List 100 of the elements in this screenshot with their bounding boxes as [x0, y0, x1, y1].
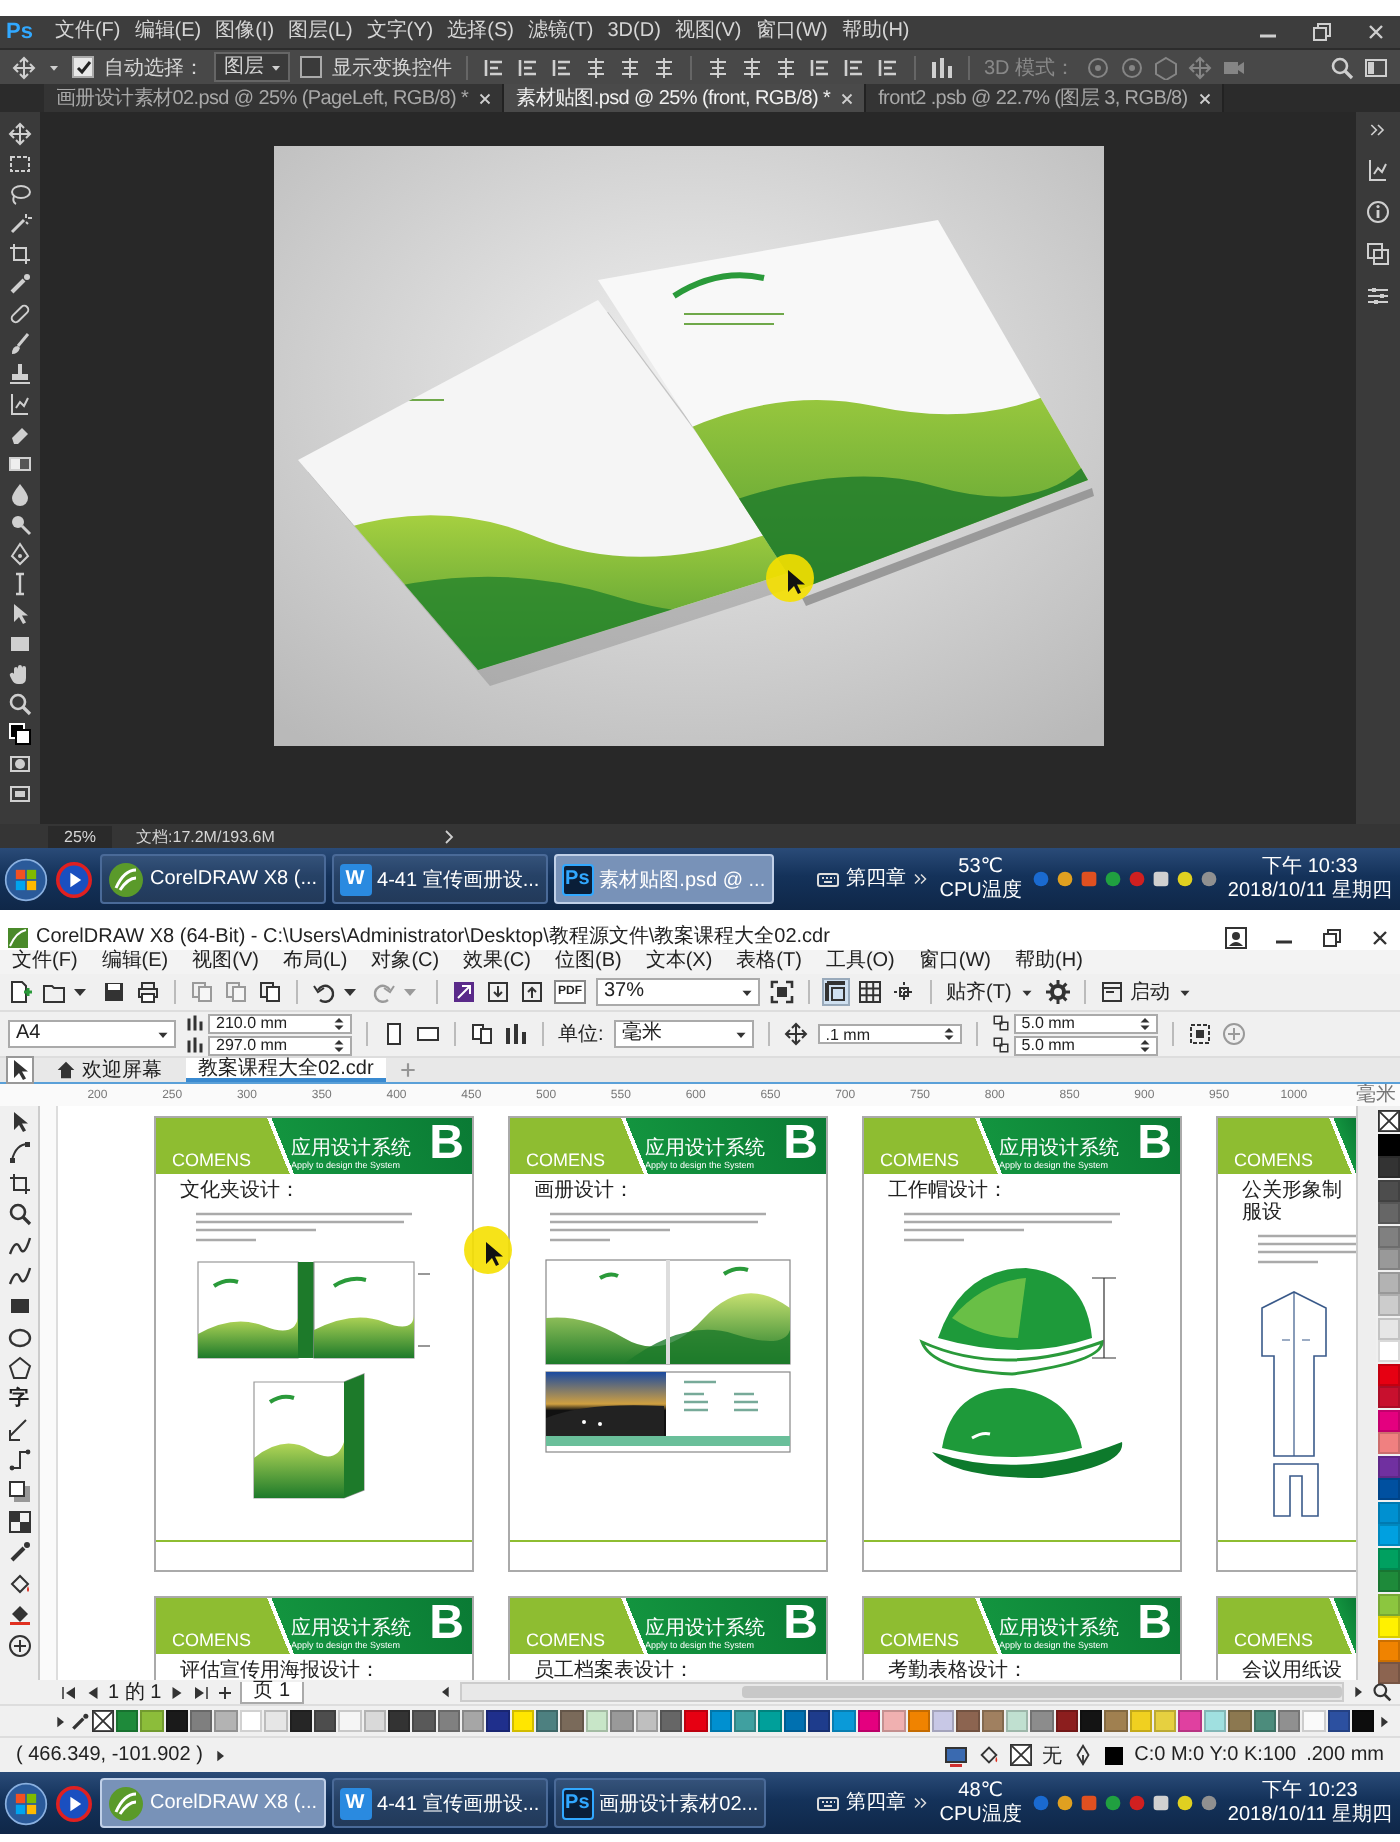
menu-item[interactable]: 窗口(W) [755, 20, 828, 44]
menu-item[interactable]: 编辑(E) [101, 950, 169, 974]
brand-name: COMENS [172, 1150, 252, 1170]
duplicate-x-field[interactable]: 5.0 mm [1013, 1013, 1158, 1033]
section-letter: B [1137, 1120, 1172, 1168]
snap-dropdown[interactable]: 贴齐(T) [946, 978, 1036, 1006]
app-logo: Ps [6, 20, 33, 44]
brand-name: COMENS [172, 1630, 252, 1650]
page-counter: 1 的 1 [108, 1681, 162, 1703]
menu-item[interactable]: 工具(O) [825, 950, 895, 974]
nudge-field[interactable]: .1 mm [817, 1024, 962, 1044]
window-title: CorelDRAW X8 (64-Bit) - C:\Users\Administrator\Desktop\教程源文件\教案课程大全02.cdr [36, 926, 830, 949]
menu-item[interactable]: 帮助(H) [1015, 950, 1083, 974]
taskbar-button[interactable]: Ps 画册设计素材02... [553, 1778, 767, 1828]
menu-item[interactable]: 图像(I) [215, 20, 275, 44]
brand-name: COMENS [1234, 1630, 1314, 1650]
taskbar-button[interactable]: W 4-41 宣传画册设... [331, 1778, 548, 1828]
page-heading: 工作帽设计： [888, 1180, 1010, 1202]
temperature: 48℃ [958, 1779, 1004, 1803]
section-title: 应用设计系统 [291, 1618, 412, 1640]
text-tool[interactable]: 字 [9, 1387, 29, 1412]
page-heading: 画册设计： [534, 1180, 636, 1202]
menu-item[interactable]: 3D(D) [607, 20, 661, 44]
page-heading: 考勤表格设计： [888, 1660, 1030, 1680]
page-size-dropdown[interactable]: A4 [8, 1020, 176, 1048]
clock-date[interactable]: 2018/10/11 星期四 [1227, 1803, 1392, 1827]
cursor-coordinates: ( 466.349, -101.902 ) [16, 1744, 203, 1766]
page-heading: 评估宣传用海报设计： [180, 1660, 382, 1680]
menu-item[interactable]: 文件(F) [12, 950, 78, 974]
width-field[interactable]: 210.0 mm [208, 1013, 352, 1033]
menu-item[interactable]: 文字(Y) [366, 20, 434, 44]
height-field[interactable]: 297.0 mm [208, 1035, 352, 1055]
section-title: 应用设计系统 [999, 1618, 1120, 1640]
clock-time[interactable]: 下午 10:33 [1262, 855, 1358, 879]
taskbar-button[interactable]: CorelDRAW X8 (... [100, 854, 326, 904]
menu-item[interactable]: 布局(L) [282, 950, 348, 974]
menu-item[interactable]: 表格(T) [736, 950, 802, 974]
page-heading: 公关形象制服设 [1242, 1180, 1344, 1224]
document-tab[interactable]: 欢迎屏幕 [44, 1058, 174, 1082]
outline-width: .200 mm [1306, 1744, 1384, 1766]
menu-item[interactable]: 文本(X) [645, 950, 713, 974]
input-method-label[interactable]: 第四章 [845, 1791, 906, 1815]
brand-name: COMENS [880, 1630, 960, 1650]
document-tab[interactable]: 画册设计素材02.psd @ 25% (PageLeft, RGB/8) * [44, 84, 505, 112]
document-tab[interactable]: 教案课程大全02.cdr [186, 1058, 386, 1082]
zoom-field[interactable]: 25% [48, 825, 113, 847]
page-heading: 员工档案表设计： [534, 1660, 696, 1680]
menu-item[interactable]: 视图(V) [674, 20, 742, 44]
brand-name: COMENS [880, 1150, 960, 1170]
temperature-label: CPU温度 [939, 1803, 1022, 1827]
menu-item[interactable]: 效果(C) [463, 950, 531, 974]
document-tab[interactable]: front2 .psb @ 22.7% (图层 3, RGB/8) [866, 84, 1224, 112]
temperature-label: CPU温度 [939, 879, 1022, 903]
zoom-combo[interactable]: 37% [596, 978, 760, 1006]
brand-name: COMENS [526, 1150, 606, 1170]
app-icon: W [339, 1787, 372, 1819]
menu-item[interactable]: 对象(C) [371, 950, 440, 974]
section-title: 应用设计系统 [645, 1138, 766, 1160]
fill-value: 无 [1042, 1743, 1063, 1769]
menu-item[interactable]: 窗口(W) [918, 950, 992, 974]
taskbar-button[interactable]: W 4-41 宣传画册设... [331, 854, 548, 904]
section-title: 应用设计系统 [291, 1138, 412, 1160]
document-tab[interactable]: 素材贴图.psd @ 25% (front, RGB/8) * [504, 84, 867, 112]
app-icon: Ps [561, 1787, 594, 1819]
menu-item[interactable]: 文件(F) [54, 20, 121, 44]
page-heading: 文化夹设计： [180, 1180, 302, 1202]
section-title: 应用设计系统 [999, 1138, 1120, 1160]
app-icon: W [339, 863, 372, 895]
section-letter: B [1137, 1600, 1172, 1648]
menu-item[interactable]: 选择(S) [447, 20, 514, 44]
units-dropdown[interactable]: 毫米 [613, 1020, 754, 1048]
auto-select-label: 自动选择： [104, 55, 204, 81]
brand-name: COMENS [1234, 1150, 1314, 1170]
launch-dropdown[interactable]: 启动 [1099, 978, 1194, 1006]
mode-3d-label: 3D 模式： [984, 55, 1076, 81]
taskbar-button[interactable]: Ps 素材贴图.psd @ ... [553, 854, 774, 904]
input-method-label[interactable]: 第四章 [845, 867, 906, 891]
document-size: 文档:17.2M/193.6M [136, 825, 277, 847]
menu-item[interactable]: 帮助(H) [841, 20, 910, 44]
app-icon: Ps [561, 863, 594, 895]
outline-color: C:0 M:0 Y:0 K:100 [1134, 1744, 1297, 1766]
menu-item[interactable]: 编辑(E) [134, 20, 202, 44]
menu-item[interactable]: 滤镜(T) [527, 20, 594, 44]
duplicate-y-field[interactable]: 5.0 mm [1013, 1035, 1158, 1055]
menu-item[interactable]: 位图(B) [554, 950, 622, 974]
show-transform-label: 显示变换控件 [332, 55, 452, 81]
units-label: 单位: [558, 1021, 604, 1048]
section-letter: B [429, 1600, 464, 1648]
section-letter: B [783, 1120, 818, 1168]
clock-date[interactable]: 2018/10/11 星期四 [1227, 879, 1392, 903]
temperature: 53℃ [958, 855, 1004, 879]
target-dropdown[interactable]: 图层 [214, 52, 290, 82]
section-letter: B [429, 1120, 464, 1168]
clock-time[interactable]: 下午 10:23 [1262, 1779, 1358, 1803]
section-title: 应用设计系统 [645, 1618, 766, 1640]
page-tab[interactable]: 页 1 [239, 1681, 305, 1703]
section-letter: B [783, 1600, 818, 1648]
menu-item[interactable]: 视图(V) [192, 950, 259, 974]
page-heading: 会议用纸设 [1242, 1660, 1344, 1680]
menu-item[interactable]: 图层(L) [288, 20, 353, 44]
